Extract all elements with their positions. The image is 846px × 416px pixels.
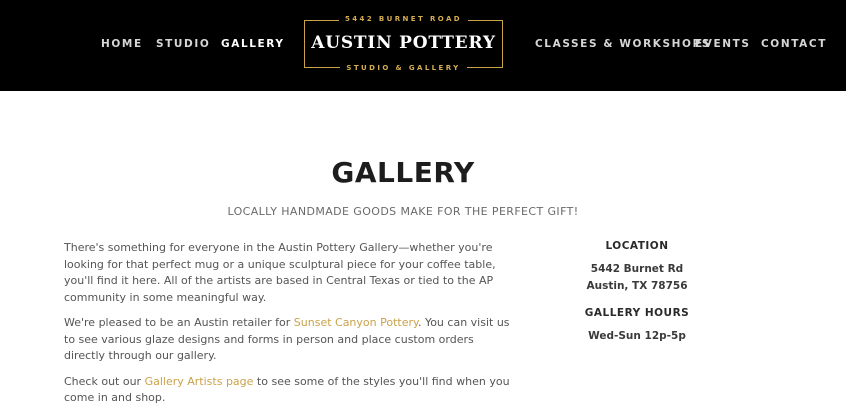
logo-tagline-wrap: STUDIO & GALLERY (305, 64, 502, 72)
sunset-canyon-link[interactable]: Sunset Canyon Pottery (294, 316, 418, 329)
retailer-paragraph: We're pleased to be an Austin retailer f… (64, 315, 512, 365)
artists-paragraph: Check out our Gallery Artists page to se… (64, 374, 512, 407)
address-line-1: 5442 Burnet Rd (590, 263, 684, 275)
logo-address: 5442 BURNET ROAD (339, 15, 468, 23)
gallery-artists-link[interactable]: Gallery Artists page (145, 375, 254, 388)
nav-studio[interactable]: STUDIO (156, 38, 210, 50)
logo-tagline: STUDIO & GALLERY (340, 64, 467, 72)
nav-contact[interactable]: CONTACT (761, 38, 827, 50)
intro-paragraph: There's something for everyone in the Au… (64, 241, 496, 304)
page-title: GALLERY (331, 156, 475, 189)
gallery-hours-heading: GALLERY HOURS (584, 307, 690, 319)
retailer-text-before: We're pleased to be an Austin retailer f… (64, 316, 294, 329)
site-logo[interactable]: 5442 BURNET ROAD AUSTIN POTTERY STUDIO &… (304, 15, 503, 72)
logo-name: AUSTIN POTTERY (311, 33, 496, 53)
nav-events[interactable]: EVENTS (695, 38, 751, 50)
gallery-description: There's something for everyone in the Au… (64, 240, 512, 416)
address-line-2: Austin, TX 78756 (586, 279, 688, 292)
page-subtitle: LOCALLY HANDMADE GOODS MAKE FOR THE PERF… (227, 205, 579, 218)
nav-gallery[interactable]: GALLERY (221, 38, 285, 50)
gallery-hours: Wed-Sun 12p-5p (588, 330, 686, 342)
info-sidebar: LOCATION 5442 Burnet Rd Austin, TX 78756… (560, 240, 714, 345)
location-heading: LOCATION (605, 240, 669, 252)
artists-text-before: Check out our (64, 374, 145, 388)
logo-address-wrap: 5442 BURNET ROAD (305, 15, 502, 23)
nav-home[interactable]: HOME (101, 38, 143, 50)
site-header: HOME STUDIO GALLERY 5442 BURNET ROAD AUS… (0, 0, 846, 91)
nav-classes-workshops[interactable]: CLASSES & WORKSHOPS (535, 38, 711, 50)
